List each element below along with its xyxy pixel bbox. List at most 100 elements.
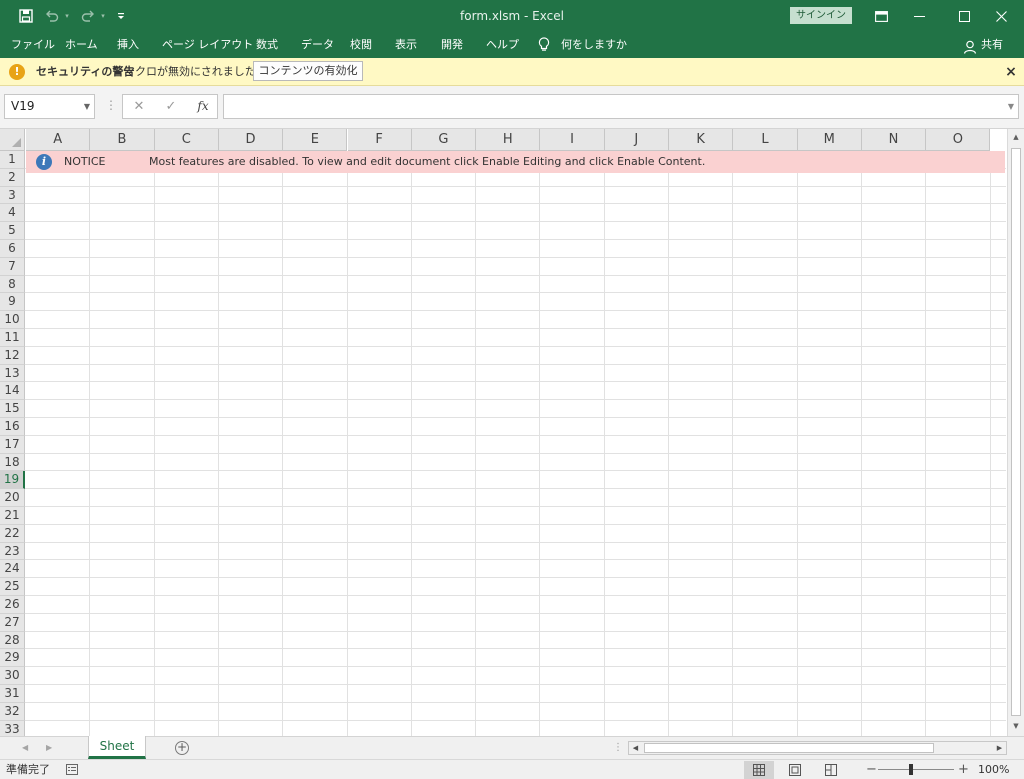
column-header-d[interactable]: D	[218, 129, 284, 151]
tab-help[interactable]: ヘルプ	[486, 32, 519, 58]
sheet-tab[interactable]: Sheet	[88, 736, 146, 759]
row-header-1[interactable]: 1	[0, 151, 25, 169]
vertical-scroll-thumb[interactable]	[1011, 148, 1021, 716]
column-header-l[interactable]: L	[733, 129, 798, 151]
close-icon[interactable]: ×	[1002, 58, 1020, 86]
column-header-k[interactable]: K	[669, 129, 734, 151]
column-header-m[interactable]: M	[797, 129, 862, 151]
row-header-23[interactable]: 23	[0, 542, 25, 561]
tab-insert[interactable]: 挿入	[117, 32, 139, 58]
signin-button[interactable]: サインイン	[790, 7, 852, 24]
column-header-f[interactable]: F	[347, 129, 412, 151]
row-header-33[interactable]: 33	[0, 720, 25, 736]
row-header-10[interactable]: 10	[0, 311, 25, 329]
row-header-7[interactable]: 7	[0, 257, 25, 276]
prev-sheet-icon[interactable]: ◀	[22, 737, 28, 759]
row-header-18[interactable]: 18	[0, 453, 25, 472]
row-header-29[interactable]: 29	[0, 649, 25, 668]
row-header-21[interactable]: 21	[0, 507, 25, 525]
column-header-e[interactable]: E	[283, 129, 348, 151]
row-header-9[interactable]: 9	[0, 293, 25, 312]
tab-data[interactable]: データ	[301, 32, 334, 58]
column-header-o[interactable]: O	[926, 129, 991, 151]
expand-formula-icon[interactable]: ▼	[1008, 95, 1014, 118]
minimize-icon[interactable]	[896, 0, 942, 32]
ribbon-display-options-icon[interactable]	[870, 0, 892, 32]
row-header-30[interactable]: 30	[0, 667, 25, 685]
row-header-28[interactable]: 28	[0, 631, 25, 650]
column-header-i[interactable]: I	[540, 129, 605, 151]
tab-splitter-icon[interactable]: ⋮	[613, 737, 623, 759]
zoom-slider-thumb[interactable]	[909, 764, 913, 775]
tell-me-box[interactable]: 何をしますか	[538, 32, 627, 58]
redo-icon[interactable]	[78, 0, 98, 32]
insert-function-icon[interactable]: fx	[191, 95, 215, 118]
formula-input[interactable]: ▼	[223, 94, 1019, 119]
row-header-31[interactable]: 31	[0, 685, 25, 703]
row-header-32[interactable]: 32	[0, 702, 25, 721]
vertical-scrollbar[interactable]: ▲ ▼	[1007, 129, 1024, 736]
horizontal-scrollbar[interactable]: ◀ ▶	[628, 741, 1007, 755]
tab-home[interactable]: ホーム	[65, 32, 98, 58]
enable-content-button[interactable]: コンテンツの有効化	[253, 61, 363, 81]
row-header-27[interactable]: 27	[0, 613, 25, 632]
cancel-icon[interactable]: ✕	[127, 95, 151, 118]
horizontal-scroll-thumb[interactable]	[644, 743, 934, 753]
customize-toolbar-icon[interactable]	[114, 0, 128, 32]
scroll-right-icon[interactable]: ▶	[993, 742, 1006, 754]
row-header-14[interactable]: 14	[0, 382, 25, 401]
column-header-b[interactable]: B	[90, 129, 155, 151]
name-box[interactable]: V19 ▼	[4, 94, 95, 119]
zoom-level[interactable]: 100%	[978, 760, 1009, 779]
row-header-16[interactable]: 16	[0, 418, 25, 436]
zoom-in-icon[interactable]: +	[958, 760, 969, 779]
add-sheet-icon[interactable]: +	[175, 741, 189, 755]
row-header-26[interactable]: 26	[0, 596, 25, 614]
macro-record-icon[interactable]	[66, 764, 78, 775]
redo-dropdown-icon[interactable]: ▾	[98, 0, 108, 32]
tab-view[interactable]: 表示	[395, 32, 417, 58]
column-header-g[interactable]: G	[411, 129, 477, 151]
save-icon[interactable]	[14, 0, 38, 32]
next-sheet-icon[interactable]: ▶	[46, 737, 52, 759]
row-header-17[interactable]: 17	[0, 435, 25, 454]
chevron-down-icon[interactable]: ▼	[84, 95, 90, 118]
row-header-11[interactable]: 11	[0, 329, 25, 347]
row-header-15[interactable]: 15	[0, 400, 25, 418]
row-header-24[interactable]: 24	[0, 560, 25, 579]
row-header-3[interactable]: 3	[0, 186, 25, 205]
scroll-left-icon[interactable]: ◀	[629, 742, 642, 754]
row-header-13[interactable]: 13	[0, 364, 25, 383]
close-window-icon[interactable]	[978, 0, 1024, 32]
page-break-view-icon[interactable]	[816, 761, 846, 779]
row-header-6[interactable]: 6	[0, 240, 25, 258]
scroll-up-icon[interactable]: ▲	[1008, 129, 1024, 146]
tab-review[interactable]: 校閲	[350, 32, 372, 58]
row-header-12[interactable]: 12	[0, 346, 25, 365]
row-header-20[interactable]: 20	[0, 489, 25, 507]
tab-formulas[interactable]: 数式	[256, 32, 278, 58]
column-header-h[interactable]: H	[476, 129, 541, 151]
scroll-down-icon[interactable]: ▼	[1008, 718, 1024, 735]
undo-icon[interactable]	[42, 0, 62, 32]
resize-handle-icon[interactable]: ⋮	[105, 98, 117, 112]
zoom-out-icon[interactable]: −	[866, 760, 877, 779]
column-header-j[interactable]: J	[604, 129, 669, 151]
row-header-19[interactable]: 19	[0, 471, 25, 490]
check-icon[interactable]: ✓	[159, 95, 183, 118]
worksheet-grid[interactable]: i NOTICE Most features are disabled. To …	[0, 129, 1024, 736]
column-header-c[interactable]: C	[154, 129, 219, 151]
row-header-8[interactable]: 8	[0, 275, 25, 294]
page-layout-view-icon[interactable]	[780, 761, 810, 779]
tab-file[interactable]: ファイル	[11, 32, 55, 58]
undo-dropdown-icon[interactable]: ▾	[62, 0, 72, 32]
tab-page-layout[interactable]: ページ レイアウト	[162, 32, 253, 58]
tab-developer[interactable]: 開発	[441, 32, 463, 58]
row-header-22[interactable]: 22	[0, 524, 25, 543]
normal-view-icon[interactable]	[744, 761, 774, 779]
column-header-a[interactable]: A	[26, 129, 91, 151]
column-header-n[interactable]: N	[861, 129, 927, 151]
row-header-2[interactable]: 2	[0, 168, 25, 187]
zoom-slider[interactable]	[878, 769, 954, 770]
row-header-25[interactable]: 25	[0, 578, 25, 596]
